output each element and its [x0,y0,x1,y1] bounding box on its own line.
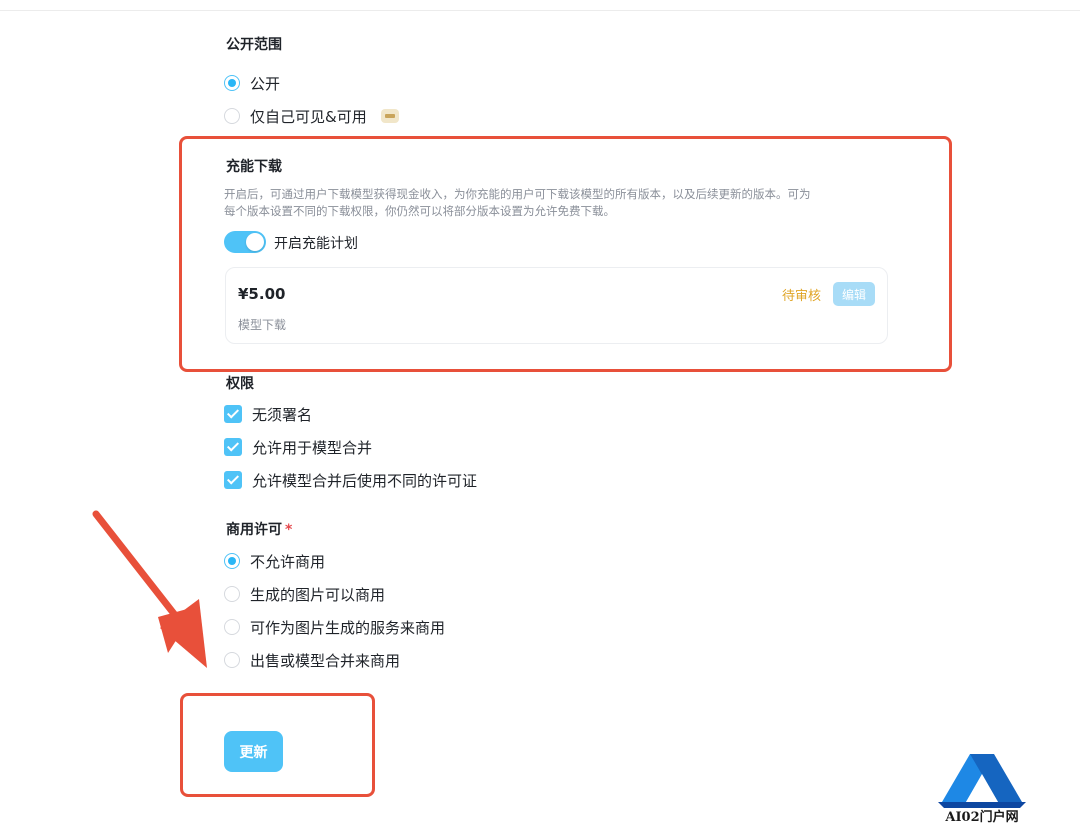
watermark-text: AI02门户网 [945,810,1019,825]
annotation-arrow-icon [92,510,207,668]
